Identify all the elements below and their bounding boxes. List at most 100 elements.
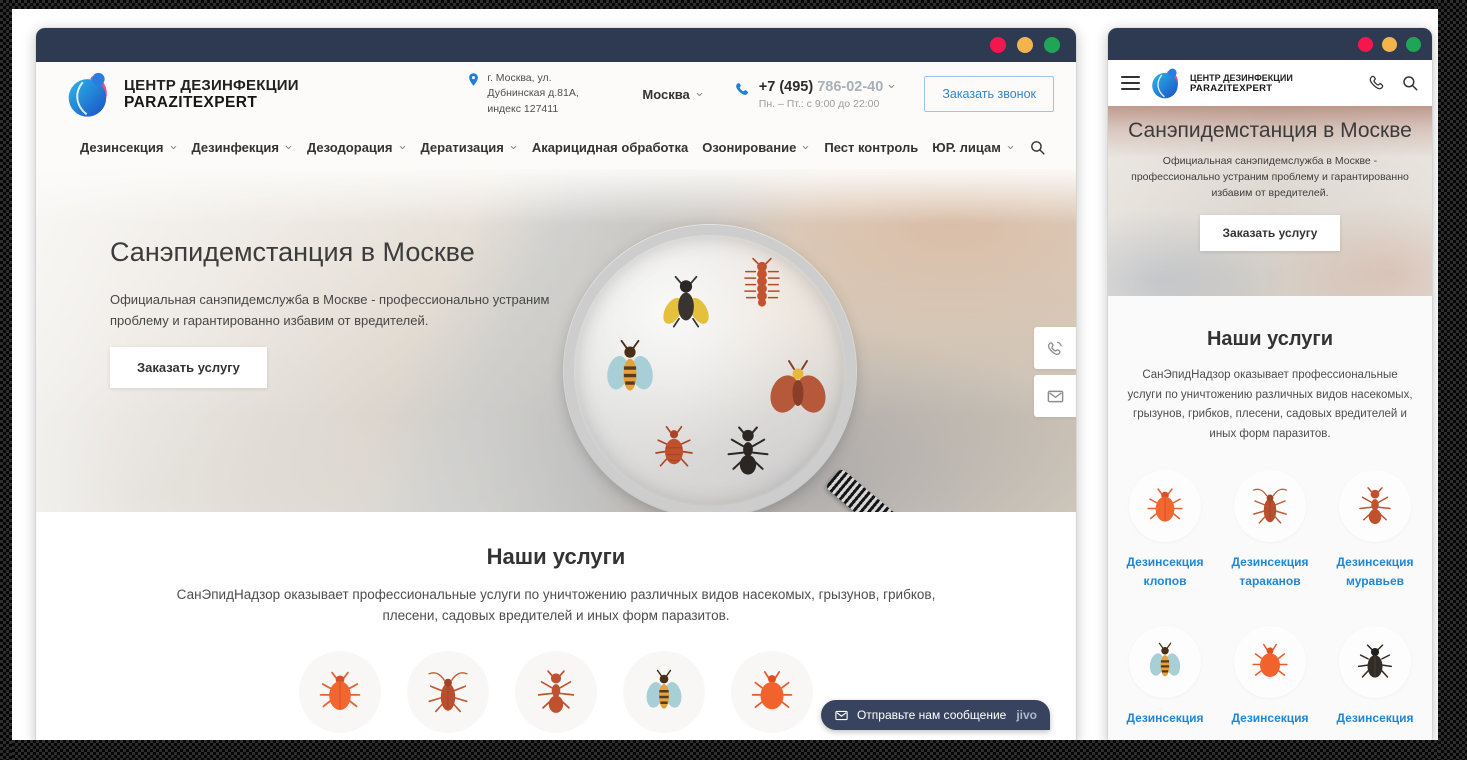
chevron-down-icon <box>887 82 896 91</box>
main-navigation: Дезинсекция Дезинфекция Дезодорация Дера… <box>36 126 1076 169</box>
tick-icon <box>1250 642 1290 682</box>
mobile-browser-window: ЦЕНТР ДЕЗИНФЕКЦИИ PARAZITEXPERT Санэпиде… <box>1108 28 1432 746</box>
nav-item-akaricidnaya[interactable]: Акарицидная обработка <box>532 140 688 155</box>
moth-icon <box>766 357 830 421</box>
traffic-light-yellow[interactable] <box>1382 37 1397 52</box>
mobile-header-icons <box>1368 74 1419 92</box>
nav-item-yur-licam[interactable]: ЮР. лицам <box>932 140 1015 155</box>
noise-border-right <box>1438 0 1467 760</box>
hero-section: Санэпидемстанция в Москве Официальная са… <box>1108 106 1432 296</box>
service-item-ticks[interactable]: Дезинсекция <box>1230 626 1310 728</box>
wasp-icon <box>1145 642 1185 682</box>
service-item-ants[interactable]: Дезинсекция муравьев <box>509 651 603 746</box>
fly-icon <box>658 275 714 331</box>
city-selector[interactable]: Москва <box>642 87 703 102</box>
traffic-light-yellow[interactable] <box>1017 37 1033 53</box>
ant-icon <box>722 425 774 477</box>
request-call-button[interactable]: Заказать звонок <box>924 76 1054 112</box>
phone-ring-icon <box>1046 339 1065 358</box>
phone-icon[interactable] <box>1368 74 1386 92</box>
noise-border-left <box>0 0 12 760</box>
email-float-button[interactable] <box>1034 375 1076 417</box>
noise-border-top <box>0 0 1467 9</box>
hero-title: Санэпидемстанция в Москве <box>1108 106 1432 144</box>
chevron-down-icon <box>398 143 407 152</box>
phone-block: +7 (495) 786-02-40 Пн. – Пт.: с 9:00 до … <box>734 79 897 110</box>
hero-section: Санэпидемстанция в Москве Официальная са… <box>36 169 1076 512</box>
chat-widget[interactable]: Отправьте нам сообщение jivo <box>821 700 1050 730</box>
phone-number[interactable]: +7 (495) 786-02-40 <box>759 79 897 95</box>
service-item-ants[interactable]: Дезинсекция муравьев <box>1335 470 1415 591</box>
logo-line2: PARAZITEXPERT <box>124 94 299 112</box>
service-item-beetles[interactable]: Дезинсекция <box>1335 626 1415 728</box>
cockroach-icon <box>1250 486 1290 526</box>
hero-subtitle: Официальная санэпидемслужба в Москве - п… <box>1124 154 1416 201</box>
chevron-down-icon <box>1006 143 1015 152</box>
magnifier-handle <box>825 468 939 512</box>
working-hours: Пн. – Пт.: с 9:00 до 22:00 <box>759 98 897 110</box>
noise-border-bottom <box>0 740 1467 760</box>
nav-item-dezodoraciya[interactable]: Дезодорация <box>307 140 407 155</box>
site-header: ЦЕНТР ДЕЗИНФЕКЦИИ PARAZITEXPERT г. Москв… <box>36 62 1076 126</box>
location-pin-icon <box>466 72 481 87</box>
traffic-light-green[interactable] <box>1044 37 1060 53</box>
site-logo[interactable]: ЦЕНТР ДЕЗИНФЕКЦИИ PARAZITEXPERT <box>64 69 299 119</box>
address-line: г. Москва, ул. <box>487 71 578 86</box>
service-item-cockroaches[interactable]: Дезинсекция тараканов <box>1230 470 1310 591</box>
services-row: Дезинсекция Дезинсекция Дезинсекция <box>1108 626 1432 728</box>
nav-item-dezinsekciya[interactable]: Дезинсекция <box>80 140 178 155</box>
logo-line2: PARAZITEXPERT <box>1190 83 1293 94</box>
address-line: Дубнинская д.81А, <box>487 86 578 101</box>
flea-icon <box>650 423 698 471</box>
ant-icon <box>533 669 579 715</box>
bedbug-icon <box>1145 486 1185 526</box>
menu-icon[interactable] <box>1121 76 1140 90</box>
chevron-down-icon <box>169 143 178 152</box>
envelope-icon <box>1046 387 1065 406</box>
services-row: Дезинсекция клопов Дезинсекция тараканов… <box>36 651 1076 746</box>
services-description: СанЭпидНадзор оказывает профессиональные… <box>1125 366 1415 444</box>
service-item-bedbugs[interactable]: Дезинсекция клопов <box>293 651 387 746</box>
service-item-cockroaches[interactable]: Дезинсекция тараканов <box>401 651 495 746</box>
order-service-button[interactable]: Заказать услугу <box>1200 215 1341 251</box>
nav-item-dezinfekciya[interactable]: Дезинфекция <box>192 140 293 155</box>
phone-icon <box>734 81 751 98</box>
service-item-bedbugs[interactable]: Дезинсекция клопов <box>1125 470 1205 591</box>
floating-contact-panel <box>1034 327 1076 417</box>
logo-line1: ЦЕНТР ДЕЗИНФЕКЦИИ <box>124 77 299 94</box>
service-item-wasps[interactable]: Дезинсекция ос и шершней <box>617 651 711 746</box>
nav-item-ozonirovanie[interactable]: Озонирование <box>702 140 810 155</box>
services-row: Дезинсекция клопов Дезинсекция тараканов… <box>1108 470 1432 591</box>
chat-widget-label: Отправьте нам сообщение <box>857 708 1006 722</box>
service-item-wasps[interactable]: Дезинсекция <box>1125 626 1205 728</box>
service-item-ticks[interactable]: Дезинсекция клещей <box>725 651 819 746</box>
centipede-icon <box>736 257 788 309</box>
traffic-light-red[interactable] <box>1358 37 1373 52</box>
tick-icon <box>749 669 795 715</box>
search-icon[interactable] <box>1029 139 1046 156</box>
search-icon[interactable] <box>1401 74 1419 92</box>
chevron-down-icon <box>801 143 810 152</box>
beetle-icon <box>1355 642 1395 682</box>
order-service-button[interactable]: Заказать услугу <box>110 347 267 388</box>
screenshot-canvas: ЦЕНТР ДЕЗИНФЕКЦИИ PARAZITEXPERT г. Москв… <box>0 0 1467 760</box>
logo-swirl-icon <box>1149 66 1183 100</box>
nav-item-deratizaciya[interactable]: Дератизация <box>421 140 518 155</box>
address-line: индекс 127411 <box>487 102 578 117</box>
nav-item-pest-kontrol[interactable]: Пест контроль <box>824 140 918 155</box>
hero-subtitle: Официальная санэпидемслужба в Москве - п… <box>110 289 590 332</box>
wasp-icon <box>600 339 660 399</box>
site-logo[interactable]: ЦЕНТР ДЕЗИНФЕКЦИИ PARAZITEXPERT <box>1149 66 1293 100</box>
chevron-down-icon <box>284 143 293 152</box>
bedbug-icon <box>317 669 363 715</box>
cockroach-icon <box>425 669 471 715</box>
services-description: СанЭпидНадзор оказывает профессиональные… <box>161 585 951 627</box>
logo-swirl-icon <box>64 69 114 119</box>
address-block: г. Москва, ул. Дубнинская д.81А, индекс … <box>466 71 616 117</box>
traffic-light-green[interactable] <box>1406 37 1421 52</box>
services-title: Наши услуги <box>36 544 1076 570</box>
callback-float-button[interactable] <box>1034 327 1076 369</box>
traffic-light-red[interactable] <box>990 37 1006 53</box>
chevron-down-icon <box>695 90 704 99</box>
ant-icon <box>1355 486 1395 526</box>
